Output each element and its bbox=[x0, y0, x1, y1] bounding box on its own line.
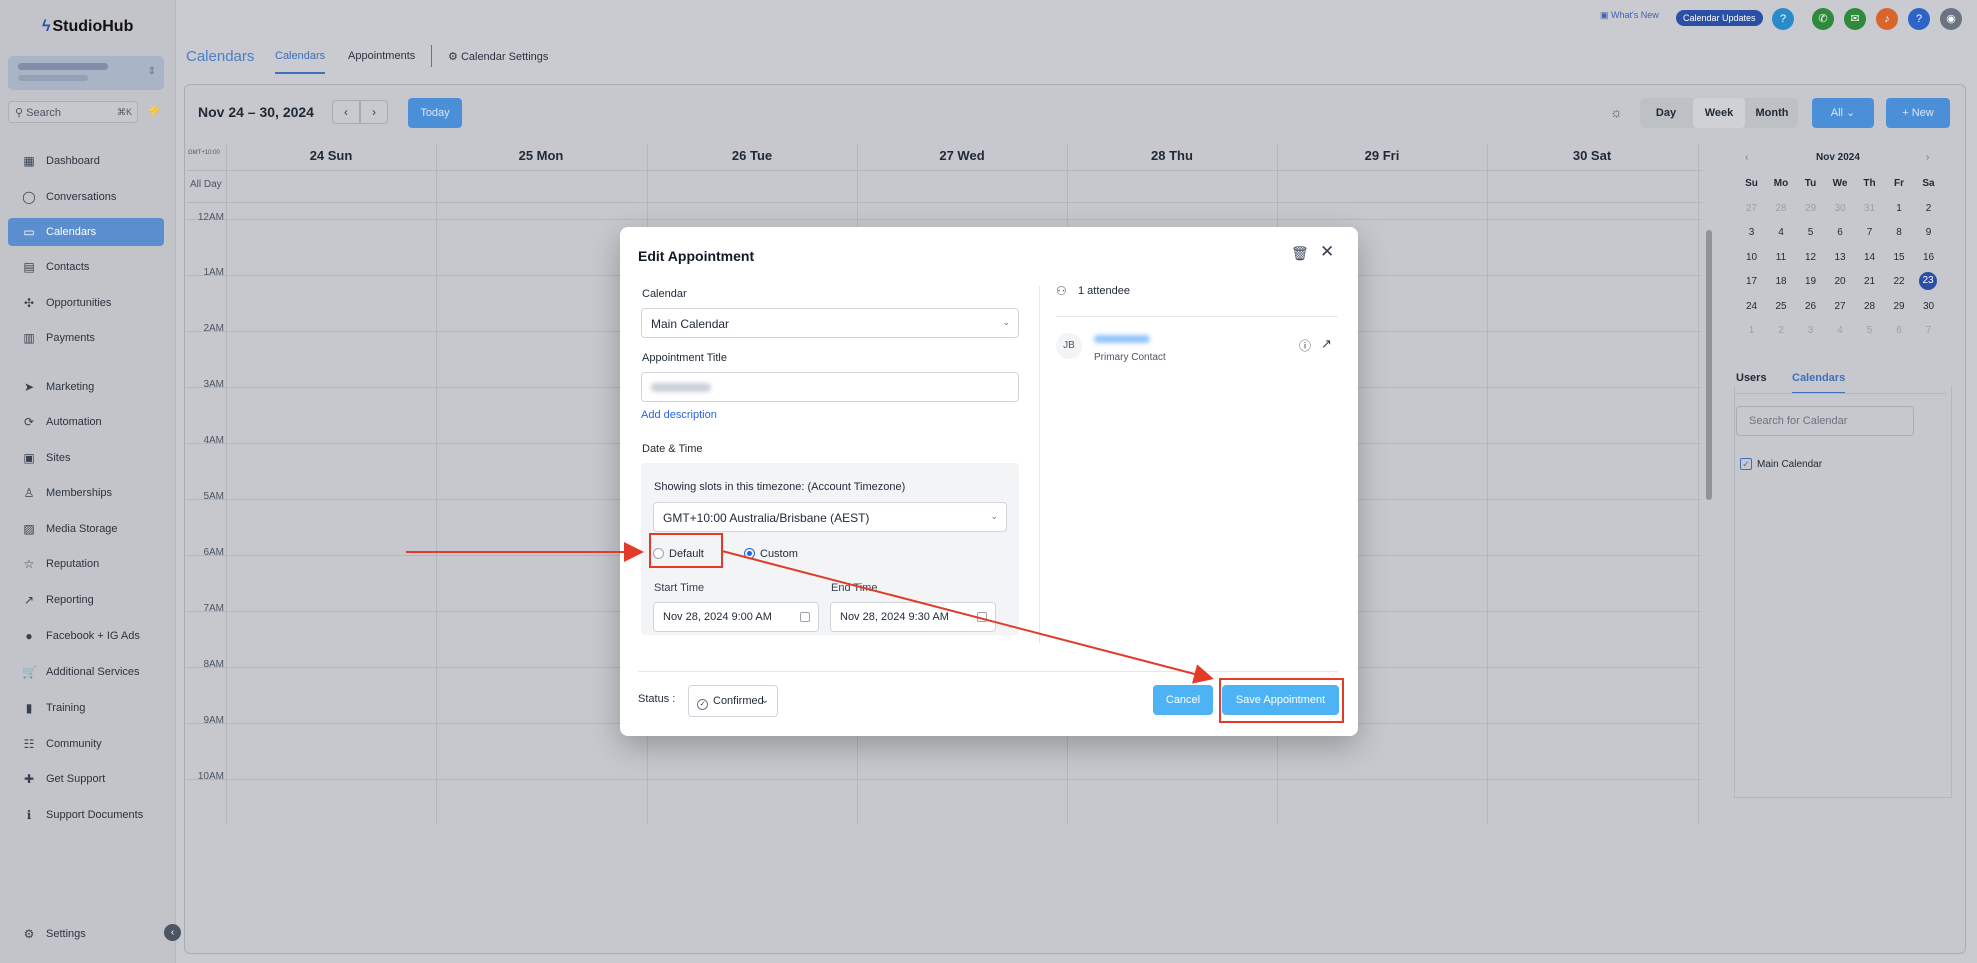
annotation-arrows bbox=[406, 542, 1214, 684]
arrow-to-save bbox=[721, 550, 1214, 684]
